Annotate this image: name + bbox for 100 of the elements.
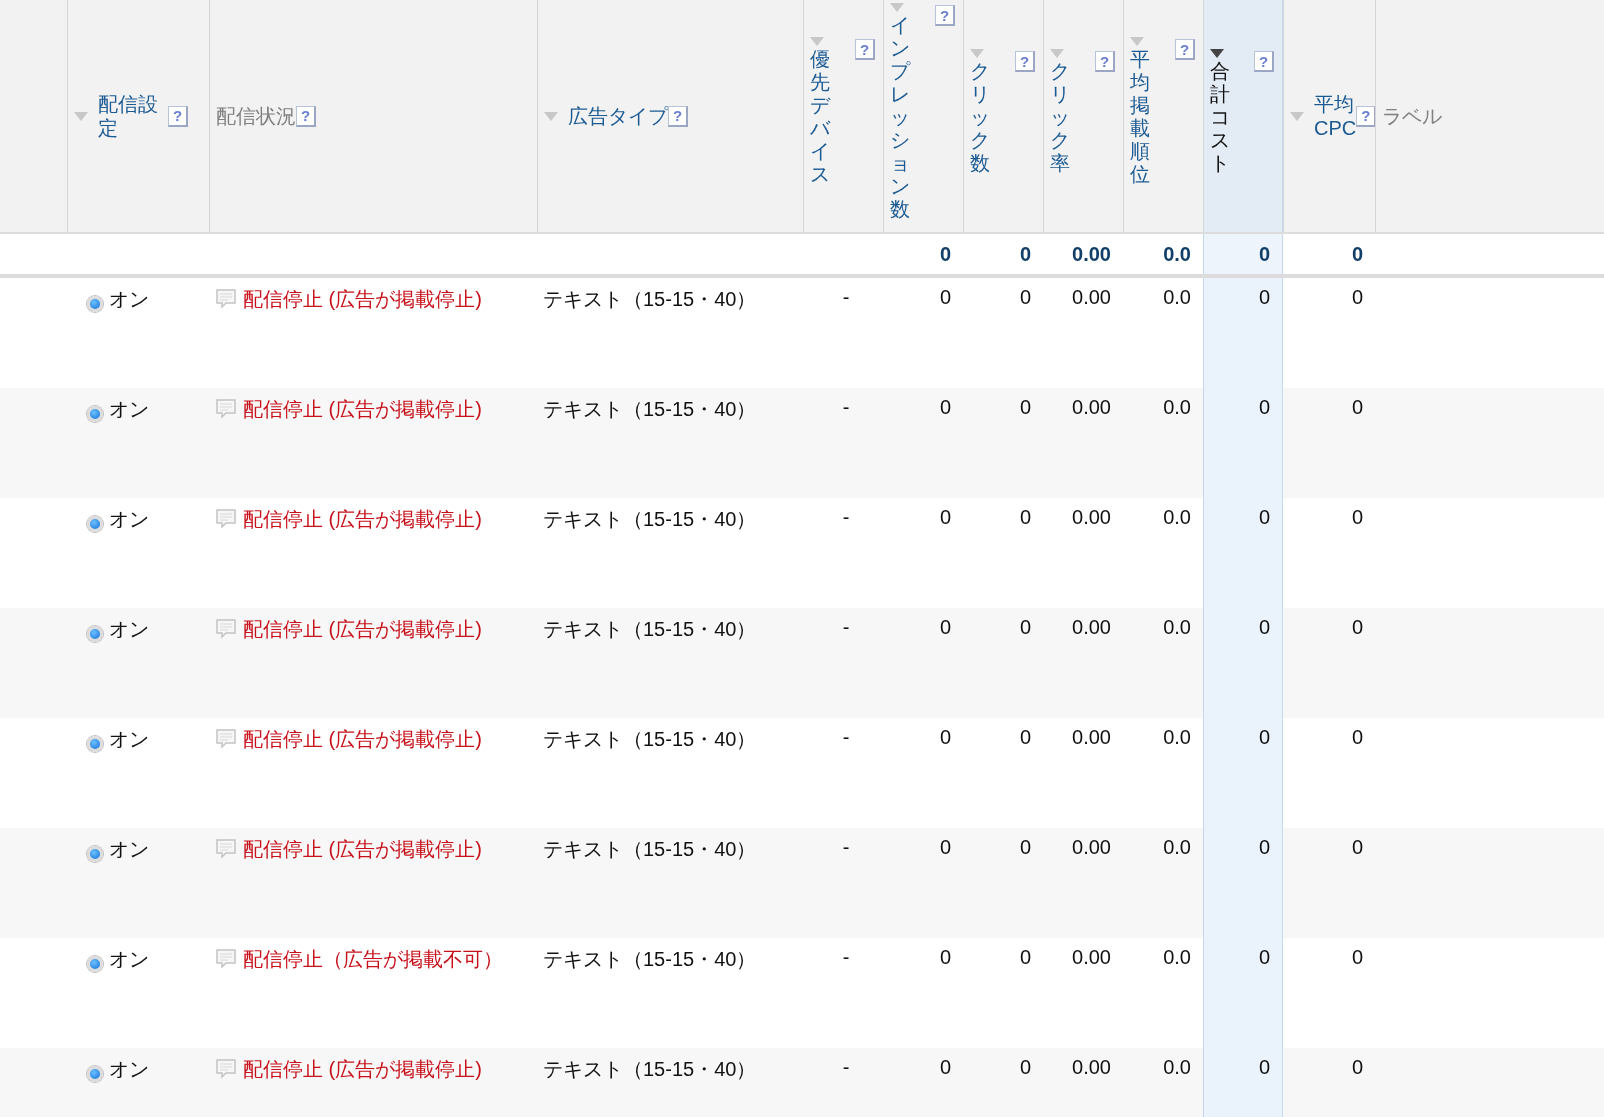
metric-cell: 0.00: [1072, 1056, 1111, 1079]
status-radio[interactable]: [87, 296, 103, 312]
status-text: 配信停止 (広告が掲載停止): [243, 837, 482, 862]
status-text: 配信停止（広告が掲載不可）: [243, 947, 503, 972]
column-header[interactable]: インプレッション数: [890, 14, 910, 221]
device-cell: -: [842, 506, 850, 529]
help-button[interactable]: ?: [1095, 51, 1115, 72]
setting-text: オン: [109, 1057, 149, 1082]
metric-cell: 0: [1258, 726, 1270, 749]
metric-cell: 0: [1351, 286, 1363, 309]
metric-cell: 0.0: [1163, 836, 1191, 859]
status-text: 配信停止 (広告が掲載停止): [243, 397, 482, 422]
metric-cell: 0: [1019, 946, 1031, 969]
comment-icon[interactable]: [215, 508, 237, 530]
metric-cell: 0: [939, 616, 951, 639]
status-radio[interactable]: [87, 1066, 103, 1082]
help-button[interactable]: ?: [1175, 39, 1195, 60]
total-value: 0: [1258, 242, 1270, 266]
metric-cell: 0.0: [1163, 946, 1191, 969]
total-value: 0.00: [1072, 242, 1111, 266]
comment-icon[interactable]: [215, 1058, 237, 1080]
column-header[interactable]: クリック率: [1050, 60, 1070, 175]
help-button[interactable]: ?: [296, 105, 316, 127]
device-cell: -: [842, 946, 850, 969]
total-value: 0: [939, 242, 951, 266]
help-button[interactable]: ?: [1254, 51, 1274, 72]
device-cell: -: [842, 396, 850, 419]
metric-cell: 0: [939, 286, 951, 309]
comment-icon[interactable]: [215, 948, 237, 970]
ad-type-cell-text: テキスト（15-15・40）: [543, 397, 757, 422]
setting-text: オン: [109, 727, 149, 752]
setting-text: オン: [109, 397, 149, 422]
metric-cell: 0: [939, 396, 951, 419]
metric-cell: 0.00: [1072, 616, 1111, 639]
setting-text: オン: [109, 507, 149, 532]
column-header[interactable]: 平均掲載順位: [1130, 48, 1150, 186]
metric-cell: 0.00: [1072, 506, 1111, 529]
metric-cell: 0: [1351, 396, 1363, 419]
metric-cell: 0.00: [1072, 836, 1111, 859]
status-radio[interactable]: [87, 626, 103, 642]
ad-type-cell-text: テキスト（15-15・40）: [543, 727, 757, 752]
help-button[interactable]: ?: [668, 105, 688, 127]
setting-text: オン: [109, 947, 149, 972]
metric-cell: 0: [939, 506, 951, 529]
status-radio[interactable]: [87, 846, 103, 862]
metric-cell: 0: [1258, 946, 1270, 969]
column-header[interactable]: 配信設定: [98, 92, 168, 140]
comment-icon[interactable]: [215, 618, 237, 640]
ad-type-cell-text: テキスト（15-15・40）: [543, 947, 757, 972]
metric-cell: 0: [1019, 396, 1031, 419]
column-header[interactable]: クリック数: [970, 60, 990, 175]
metric-cell: 0.0: [1163, 396, 1191, 419]
metric-cell: 0.00: [1072, 396, 1111, 419]
metric-cell: 0.00: [1072, 946, 1111, 969]
setting-text: オン: [109, 287, 149, 312]
sort-arrow-icon[interactable]: [1210, 49, 1224, 58]
help-button[interactable]: ?: [168, 105, 188, 127]
help-button[interactable]: ?: [1356, 105, 1377, 127]
comment-icon[interactable]: [215, 398, 237, 420]
metric-cell: 0: [1351, 836, 1363, 859]
metric-cell: 0.0: [1163, 726, 1191, 749]
metric-cell: 0: [1258, 1056, 1270, 1079]
column-header: ラベル: [1382, 104, 1442, 128]
status-radio[interactable]: [87, 406, 103, 422]
ad-type-cell-text: テキスト（15-15・40）: [543, 287, 757, 312]
metric-cell: 0.00: [1072, 726, 1111, 749]
metric-cell: 0.0: [1163, 506, 1191, 529]
metric-cell: 0: [1019, 836, 1031, 859]
metric-cell: 0.0: [1163, 1056, 1191, 1079]
column-header[interactable]: 広告タイプ: [568, 104, 668, 128]
metric-cell: 0: [1258, 616, 1270, 639]
metric-cell: 0.0: [1163, 616, 1191, 639]
metric-cell: 0: [1019, 616, 1031, 639]
help-button[interactable]: ?: [855, 39, 875, 60]
column-header[interactable]: 合計コスト: [1210, 60, 1230, 175]
comment-icon[interactable]: [215, 728, 237, 750]
total-value: 0: [1019, 242, 1031, 266]
metric-cell: 0: [1258, 836, 1270, 859]
column-header[interactable]: 平均CPC: [1314, 92, 1357, 140]
status-radio[interactable]: [87, 736, 103, 752]
comment-icon[interactable]: [215, 838, 237, 860]
status-radio[interactable]: [87, 516, 103, 532]
column-header[interactable]: 優先デバイス: [810, 48, 830, 186]
device-cell: -: [842, 616, 850, 639]
metric-cell: 0: [1351, 726, 1363, 749]
comment-icon[interactable]: [215, 288, 237, 310]
ad-type-cell-text: テキスト（15-15・40）: [543, 507, 757, 532]
metric-cell: 0: [1258, 286, 1270, 309]
metric-cell: 0: [1019, 1056, 1031, 1079]
metric-cell: 0: [939, 726, 951, 749]
help-button[interactable]: ?: [1015, 51, 1035, 72]
device-cell: -: [842, 286, 850, 309]
help-button[interactable]: ?: [935, 5, 955, 26]
status-radio[interactable]: [87, 956, 103, 972]
metric-cell: 0.00: [1072, 286, 1111, 309]
device-cell: -: [842, 836, 850, 859]
device-cell: -: [842, 726, 850, 749]
metric-cell: 0: [1258, 506, 1270, 529]
metric-cell: 0: [1351, 506, 1363, 529]
status-text: 配信停止 (広告が掲載停止): [243, 287, 482, 312]
